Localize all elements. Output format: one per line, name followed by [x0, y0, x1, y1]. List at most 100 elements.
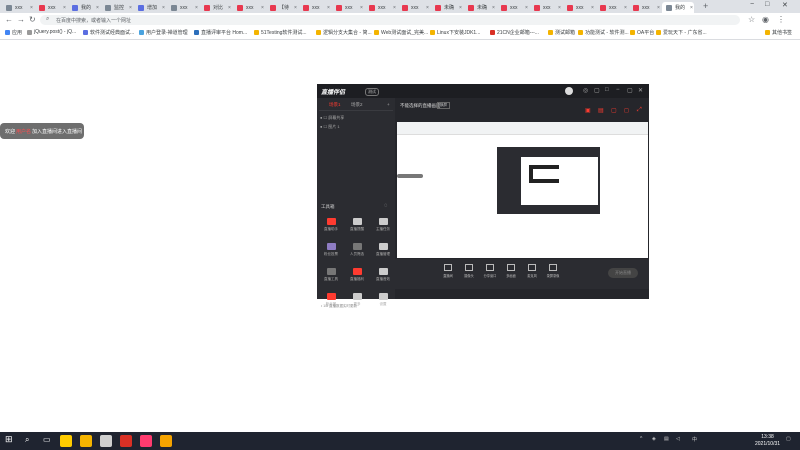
bookmark-item[interactable]: 软件测试经典面试...: [83, 29, 134, 36]
browser-tab[interactable]: xxx ×: [299, 2, 331, 13]
app-window-control-icon[interactable]: ◎: [583, 87, 588, 94]
stage-tool-icon[interactable]: ▤: [598, 107, 604, 114]
close-tab-icon[interactable]: ×: [525, 5, 528, 11]
tool-button[interactable]: 直播音效: [371, 268, 395, 282]
profile-icon[interactable]: ◉: [762, 15, 769, 24]
bookmark-item[interactable]: 21CN企业邮箱---...: [490, 29, 539, 36]
taskbar-app-icon[interactable]: [60, 435, 72, 447]
browser-tab[interactable]: xxx ×: [365, 2, 397, 13]
close-tab-icon[interactable]: ×: [63, 5, 66, 11]
stage-tool-icon[interactable]: ▢: [611, 107, 617, 114]
close-tab-icon[interactable]: ×: [624, 5, 627, 11]
bookmark-item[interactable]: 功能测试 - 软件测...: [578, 29, 629, 36]
browser-tab[interactable]: 我的 ×: [68, 2, 100, 13]
browser-tab[interactable]: 我的 ×: [662, 2, 694, 13]
close-tab-icon[interactable]: ×: [195, 5, 198, 11]
reload-button[interactable]: ↻: [29, 15, 36, 24]
close-tab-icon[interactable]: ×: [162, 5, 165, 11]
app-window-control-icon[interactable]: □: [605, 87, 609, 93]
close-tab-icon[interactable]: ×: [393, 5, 396, 11]
maximize-button[interactable]: □: [765, 1, 769, 8]
control-button[interactable]: 直播间: [440, 264, 456, 278]
address-bar[interactable]: ⌕ 在百度中搜索，或者输入一个网址: [40, 15, 740, 25]
bookmark-item[interactable]: OA平台: [630, 29, 654, 36]
taskbar-app-icon[interactable]: [160, 435, 172, 447]
bookmark-item[interactable]: 其他书签: [765, 29, 792, 36]
taskbar-app-icon[interactable]: [140, 435, 152, 447]
app-window-control-icon[interactable]: ▢: [594, 87, 600, 94]
stage-tool-icon[interactable]: ◻: [624, 107, 629, 114]
new-tab-button[interactable]: +: [703, 1, 708, 11]
tool-button[interactable]: 主播任务: [371, 218, 395, 232]
network-icon[interactable]: ▤: [664, 436, 669, 442]
bookmark-item[interactable]: 测试邮箱: [548, 29, 575, 36]
close-tab-icon[interactable]: ×: [96, 5, 99, 11]
preview-screen[interactable]: [397, 122, 648, 258]
volume-icon[interactable]: ◁: [676, 436, 680, 442]
minimize-button[interactable]: −: [750, 1, 754, 8]
browser-tab[interactable]: xxx ×: [530, 2, 562, 13]
browser-tab[interactable]: xxx ×: [233, 2, 265, 13]
close-tab-icon[interactable]: ×: [558, 5, 561, 11]
tray-app-icon[interactable]: ◈: [652, 436, 656, 442]
close-tab-icon[interactable]: ×: [228, 5, 231, 11]
forward-button[interactable]: →: [17, 15, 25, 24]
tool-button[interactable]: 直播管理: [371, 243, 395, 257]
tool-button[interactable]: 人员筛选: [345, 243, 369, 257]
task-view-icon[interactable]: ▭: [43, 435, 51, 444]
close-tab-icon[interactable]: ×: [261, 5, 264, 11]
browser-tab[interactable]: 未确 ×: [464, 2, 496, 13]
tool-button[interactable]: 直播助手: [319, 218, 343, 232]
app-window-control-icon[interactable]: −: [616, 87, 620, 93]
stage-tool-icon[interactable]: ▣: [585, 107, 591, 114]
bookmark-item[interactable]: 逻辑分支大集合 - 简...: [316, 29, 372, 36]
close-window-button[interactable]: ✕: [782, 1, 788, 9]
control-button[interactable]: 录屏录像: [545, 264, 561, 278]
tray-chevron-icon[interactable]: ^: [640, 436, 642, 442]
browser-tab[interactable]: xxx ×: [563, 2, 595, 13]
app-window-control-icon[interactable]: ✕: [638, 87, 643, 94]
source-item[interactable]: ● ☐ 屏幕共享: [320, 115, 344, 121]
search-icon[interactable]: ⌕: [25, 435, 29, 445]
tool-button[interactable]: 直播工具: [319, 268, 343, 282]
control-button[interactable]: 麦克风: [524, 264, 540, 278]
notification-icon[interactable]: ▢: [786, 436, 791, 442]
taskbar-app-icon[interactable]: [100, 435, 112, 447]
tab-scene-2[interactable]: 场景2: [351, 102, 363, 108]
close-tab-icon[interactable]: ×: [690, 5, 693, 11]
close-tab-icon[interactable]: ×: [327, 5, 330, 11]
star-icon[interactable]: ☆: [748, 15, 755, 24]
close-tab-icon[interactable]: ×: [360, 5, 363, 11]
source-item[interactable]: ● ☐ 图片 1: [320, 124, 340, 130]
bookmark-item[interactable]: 直播评审平台 Hom...: [194, 29, 247, 36]
taskbar-app-icon[interactable]: [80, 435, 92, 447]
avatar[interactable]: [565, 87, 573, 95]
toolbox-settings-icon[interactable]: ◌: [384, 203, 388, 209]
bookmark-item[interactable]: 用户登录-禅道管理: [139, 29, 188, 36]
close-tab-icon[interactable]: ×: [30, 5, 33, 11]
windows-start-icon[interactable]: ⊞: [5, 434, 13, 445]
bookmark-item[interactable]: jQuery.post() - jQ...: [27, 29, 76, 35]
input-method-icon[interactable]: 中: [692, 436, 697, 443]
tool-button[interactable]: 直播福利: [345, 268, 369, 282]
browser-tab[interactable]: 增加 ×: [134, 2, 166, 13]
go-live-button[interactable]: 开始直播: [608, 268, 638, 278]
back-button[interactable]: ←: [5, 15, 13, 24]
tool-button[interactable]: 粉丝投票: [319, 243, 343, 257]
browser-tab[interactable]: xxx ×: [629, 2, 661, 13]
browser-tab[interactable]: 【待 ×: [266, 2, 298, 13]
bookmark-item[interactable]: Web测试面试_完美...: [374, 29, 428, 36]
browser-tab[interactable]: xxx ×: [167, 2, 199, 13]
clock[interactable]: 13:38 2021/10/31: [755, 434, 780, 448]
add-scene-button[interactable]: +: [387, 102, 390, 107]
close-tab-icon[interactable]: ×: [459, 5, 462, 11]
close-tab-icon[interactable]: ×: [657, 5, 660, 11]
control-button[interactable]: 多画面: [503, 264, 519, 278]
browser-tab[interactable]: xxx ×: [398, 2, 430, 13]
tab-scene-1[interactable]: 场景1: [329, 102, 341, 108]
close-tab-icon[interactable]: ×: [426, 5, 429, 11]
close-tab-icon[interactable]: ×: [591, 5, 594, 11]
menu-icon[interactable]: ⋮: [777, 15, 785, 24]
browser-tab[interactable]: xxx ×: [2, 2, 34, 13]
tool-button[interactable]: 直播提醒: [345, 218, 369, 232]
